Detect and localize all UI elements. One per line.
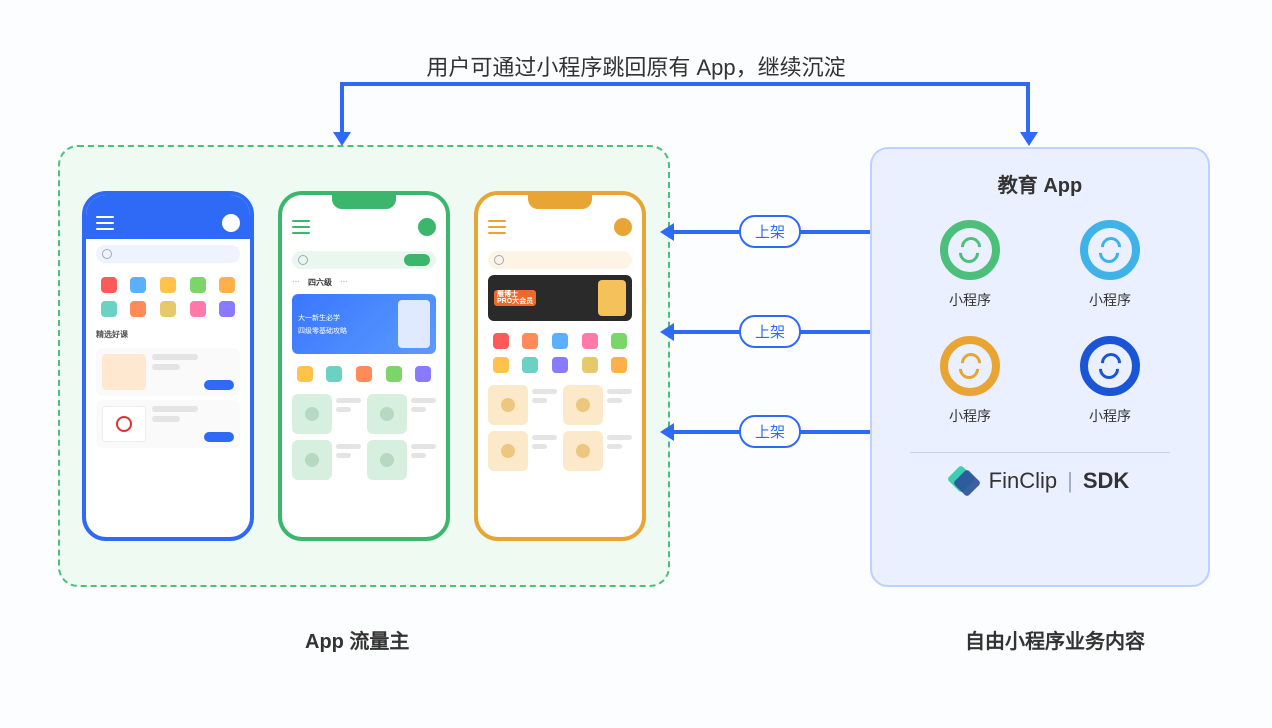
publish-pill: 上架 — [739, 315, 801, 348]
phone-notch — [528, 195, 592, 209]
hamburger-icon — [96, 216, 114, 230]
tab-label: ··· — [340, 277, 348, 288]
phone-header — [478, 209, 642, 245]
thumb-list — [282, 390, 446, 484]
divider — [910, 452, 1170, 453]
phone-mockup-green: ··· 四六级 ··· 大一新生必学 四级零基础攻略 — [278, 191, 450, 541]
phone-notch — [136, 195, 200, 209]
miniprogram-icon — [1080, 220, 1140, 280]
tab-active: 四六级 — [308, 277, 332, 288]
avatar-icon — [222, 214, 240, 232]
hamburger-icon — [488, 220, 506, 234]
pro-badge: 雁博士 PRO大会员 — [494, 290, 536, 306]
arrowhead-icon — [333, 132, 351, 146]
miniprogram-icon — [940, 220, 1000, 280]
publish-pill: 上架 — [739, 415, 801, 448]
tab-label: ··· — [292, 277, 300, 288]
publish-pill: 上架 — [739, 215, 801, 248]
banner-line: 四级零基础攻略 — [298, 326, 392, 336]
miniprogram-item: 小程序 — [910, 336, 1030, 426]
banner-image — [398, 300, 430, 348]
banner-image — [598, 280, 626, 316]
hamburger-icon — [292, 220, 310, 234]
course-card — [96, 348, 240, 396]
section-title: 精选好课 — [86, 325, 250, 344]
avatar-icon — [614, 218, 632, 236]
miniprogram-icon — [940, 336, 1000, 396]
miniprogram-label: 小程序 — [910, 290, 1030, 310]
miniprogram-item: 小程序 — [910, 220, 1030, 310]
miniprogram-label: 小程序 — [910, 406, 1030, 426]
tab-bar: ··· 四六级 ··· — [282, 275, 446, 290]
card-cta-button — [204, 380, 234, 390]
miniprogram-item: 小程序 — [1050, 220, 1170, 310]
top-flow-line — [340, 82, 1030, 142]
thumb-list — [478, 381, 642, 475]
banner-line: 大一新生必学 — [298, 313, 392, 323]
icon-grid — [86, 269, 250, 325]
search-bar — [96, 245, 240, 263]
publish-arrow: 上架 — [670, 230, 870, 234]
sdk-brand: FinClip — [951, 467, 1057, 495]
search-pill — [404, 254, 430, 266]
icon-grid — [282, 358, 446, 390]
sdk-row: FinClip | SDK — [890, 467, 1190, 495]
phone-header — [282, 209, 446, 245]
education-app-panel: 教育 App 小程序 小程序 小程序 小程序 FinClip | SDK — [870, 147, 1210, 587]
traffic-owner-panel: 精选好课 ··· 四六级 ··· 大一新生必学 四级零基础攻略 — [58, 145, 670, 587]
finclip-logo-icon — [951, 467, 979, 495]
phone-mockup-blue: 精选好课 — [82, 191, 254, 541]
promo-banner: 大一新生必学 四级零基础攻略 — [292, 294, 436, 354]
publish-arrow: 上架 — [670, 430, 870, 434]
course-card — [96, 400, 240, 448]
avatar-icon — [418, 218, 436, 236]
diagram-title: 用户可通过小程序跳回原有 App，继续沉淀 — [0, 50, 1272, 82]
sdk-tag: SDK — [1083, 468, 1129, 494]
miniprogram-icon — [1080, 336, 1140, 396]
right-panel-label: 自由小程序业务内容 — [965, 625, 1145, 654]
publish-arrow: 上架 — [670, 330, 870, 334]
miniprogram-item: 小程序 — [1050, 336, 1170, 426]
icon-grid — [478, 325, 642, 381]
miniprogram-label: 小程序 — [1050, 406, 1170, 426]
arrowhead-icon — [1020, 132, 1038, 146]
miniprogram-label: 小程序 — [1050, 290, 1170, 310]
search-bar — [292, 251, 436, 269]
pro-banner: 雁博士 PRO大会员 — [488, 275, 632, 321]
separator: | — [1067, 468, 1073, 494]
search-bar — [488, 251, 632, 269]
card-cta-button — [204, 432, 234, 442]
left-panel-label: App 流量主 — [305, 625, 409, 654]
card-thumb — [102, 354, 146, 390]
phone-mockup-orange: 雁博士 PRO大会员 — [474, 191, 646, 541]
phone-notch — [332, 195, 396, 209]
miniprogram-grid: 小程序 小程序 小程序 小程序 — [890, 220, 1190, 426]
panel-title: 教育 App — [890, 169, 1190, 198]
